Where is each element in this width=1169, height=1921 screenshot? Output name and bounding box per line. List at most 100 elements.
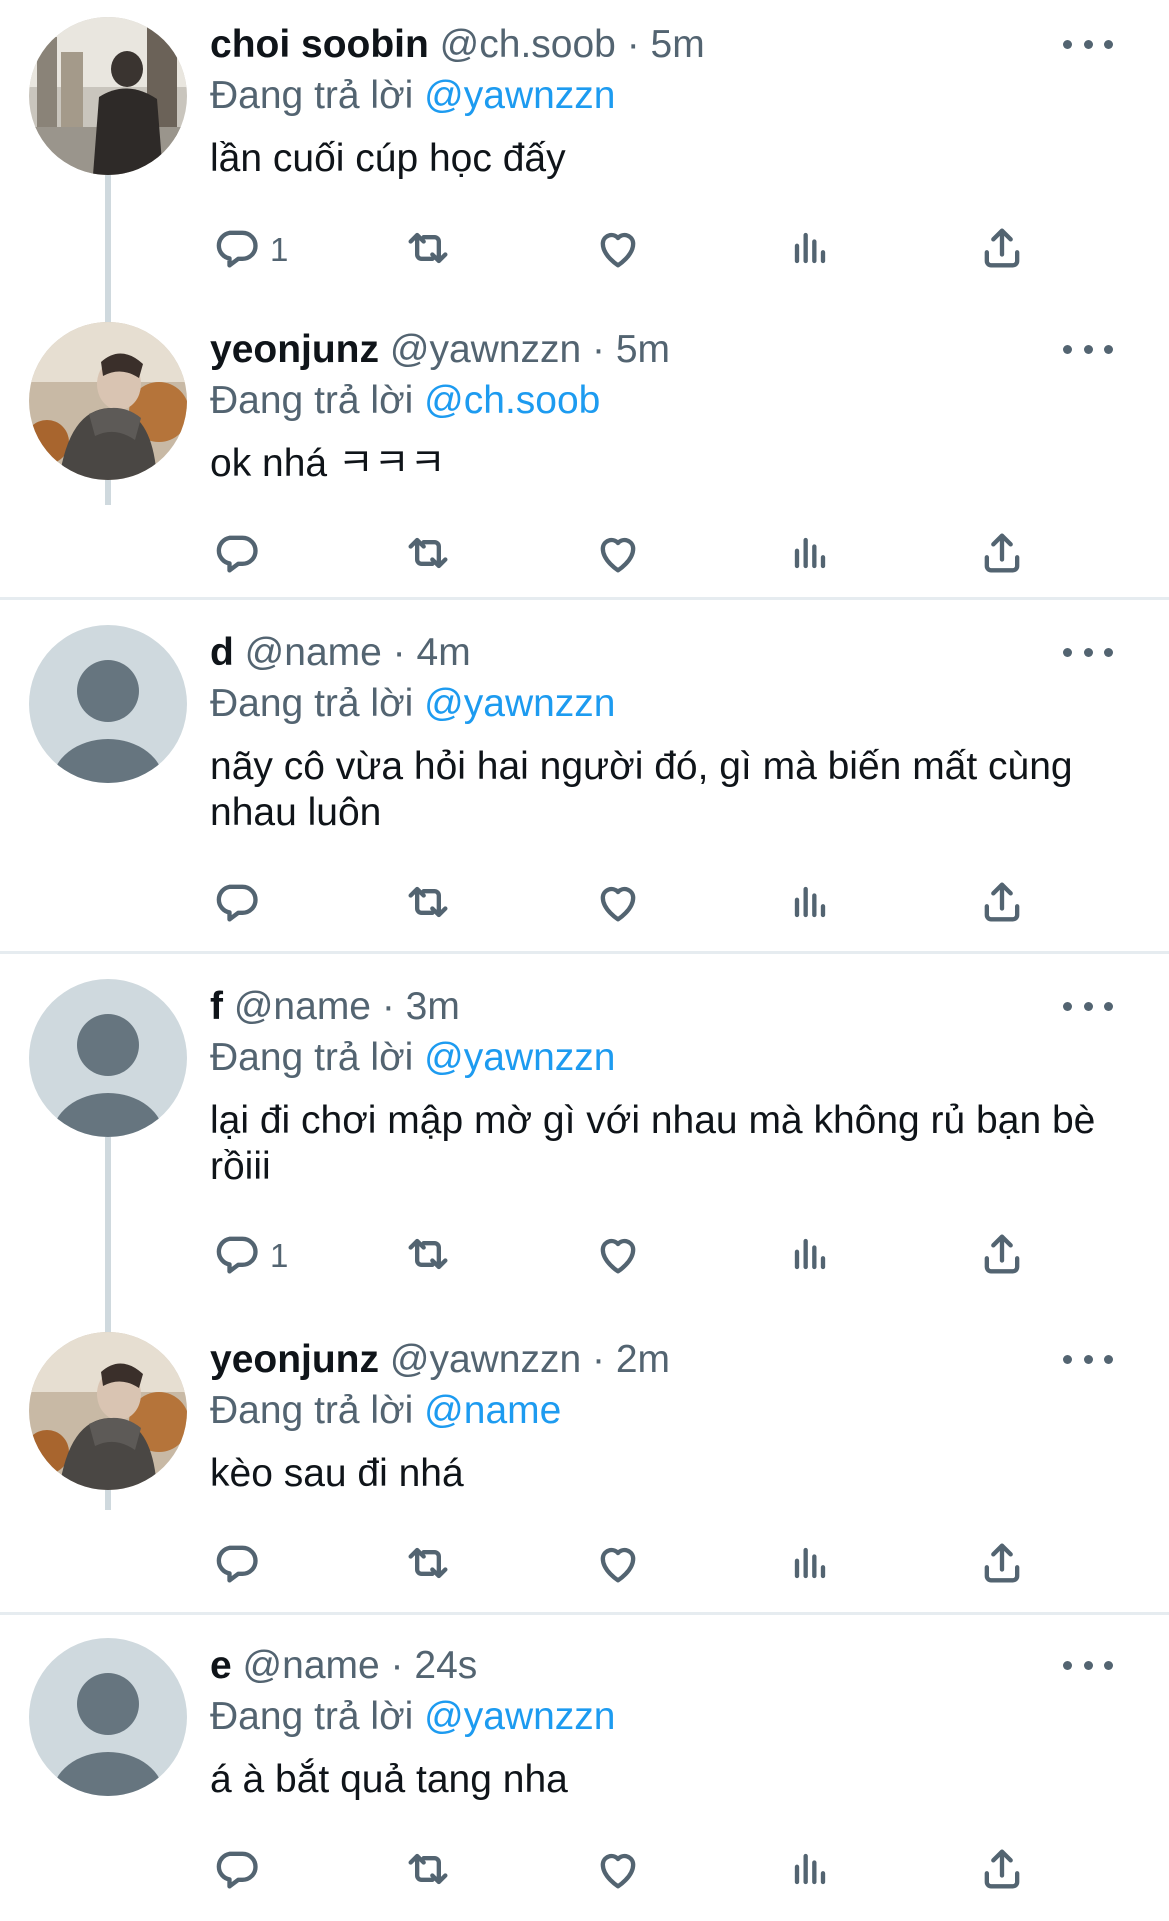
timestamp[interactable]: 24s <box>414 1644 477 1687</box>
more-dots-icon[interactable] <box>1063 1645 1113 1685</box>
replying-to-handle[interactable]: @yawnzzn <box>424 74 615 117</box>
reply-button[interactable] <box>210 527 270 583</box>
replying-to-label: Đang trả lời <box>210 682 414 725</box>
reply-tweet[interactable]: yeonjunz @yawnzzn · 5m Đang trả lời @ch.s… <box>0 305 1169 605</box>
avatar[interactable] <box>29 1332 187 1490</box>
reply-button[interactable] <box>210 876 270 932</box>
display-name[interactable]: yeonjunz <box>210 1338 379 1381</box>
retweet-button[interactable] <box>402 876 454 932</box>
replying-to-handle[interactable]: @name <box>424 1389 561 1432</box>
replying-to-label: Đang trả lời <box>210 379 414 422</box>
display-name[interactable]: yeonjunz <box>210 328 379 371</box>
avatar[interactable] <box>29 17 187 175</box>
reply-tweet[interactable]: f @name · 3m Đang trả lời @yawnzzn lại đi … <box>0 962 1169 1510</box>
view-stats-button[interactable] <box>784 527 836 583</box>
replying-to-line: Đang trả lời @yawnzzn <box>210 1035 616 1081</box>
like-button[interactable] <box>592 1537 644 1593</box>
view-stats-button[interactable] <box>784 1537 836 1593</box>
timestamp[interactable]: 5m <box>616 328 670 371</box>
user-handle[interactable]: @name <box>234 985 371 1028</box>
bar-stats-icon <box>784 527 836 584</box>
like-button[interactable] <box>592 527 644 583</box>
replying-to-line: Đang trả lời @yawnzzn <box>210 681 616 727</box>
replying-to-handle[interactable]: @yawnzzn <box>424 1695 615 1738</box>
replying-to-handle[interactable]: @yawnzzn <box>424 682 615 725</box>
share-button[interactable] <box>976 527 1028 583</box>
replying-to-line: Đang trả lời @name <box>210 1388 561 1434</box>
reply-tweet[interactable]: e @name · 24s Đang trả lời @yawnzzn á à bắ… <box>0 1621 1169 1921</box>
display-name[interactable]: f <box>210 985 223 1028</box>
more-dots-icon[interactable] <box>1063 329 1113 369</box>
timestamp[interactable]: 2m <box>616 1338 670 1381</box>
user-handle[interactable]: @ch.soob <box>440 23 616 66</box>
avatar[interactable] <box>29 322 187 480</box>
replying-to-handle[interactable]: @ch.soob <box>424 379 600 422</box>
tweet-header: yeonjunz @yawnzzn · 2m <box>210 1337 670 1383</box>
view-stats-button[interactable] <box>784 1843 836 1899</box>
replying-to-label: Đang trả lời <box>210 1695 414 1738</box>
more-dots-icon[interactable] <box>1063 632 1113 672</box>
tweet-header: f @name · 3m <box>210 984 460 1030</box>
display-name[interactable]: e <box>210 1644 232 1687</box>
display-name[interactable]: d <box>210 631 234 674</box>
tweet-text: lại đi chơi mập mờ gì với nhau mà không … <box>210 1099 1096 1188</box>
more-dots-icon[interactable] <box>1063 1339 1113 1379</box>
replying-to-line: Đang trả lời @yawnzzn <box>210 73 616 119</box>
separator-dot: · <box>371 985 406 1028</box>
reply-button[interactable]: 1 <box>210 1228 288 1284</box>
user-handle[interactable]: @yawnzzn <box>390 328 581 371</box>
more-dots-icon[interactable] <box>1063 24 1113 64</box>
reply-tweet[interactable]: d @name · 4m Đang trả lời @yawnzzn nãy cô … <box>0 608 1169 921</box>
replying-to-label: Đang trả lời <box>210 1036 414 1079</box>
view-stats-button[interactable] <box>784 876 836 932</box>
view-stats-button[interactable] <box>784 222 836 278</box>
reply-button[interactable] <box>210 1537 270 1593</box>
share-button[interactable] <box>976 222 1028 278</box>
heart-icon <box>592 527 644 584</box>
display-name[interactable]: choi soobin <box>210 23 429 66</box>
timestamp[interactable]: 5m <box>651 23 705 66</box>
share-button[interactable] <box>976 876 1028 932</box>
reply-tweet[interactable]: choi soobin @ch.soob · 5m Đang trả lời @y… <box>0 0 1169 505</box>
tweet-text: kèo sau đi nhá <box>210 1452 464 1495</box>
reply-count: 1 <box>270 231 289 268</box>
more-dots-icon[interactable] <box>1063 986 1113 1026</box>
avatar[interactable] <box>29 979 187 1137</box>
reply-button[interactable]: 1 <box>210 222 288 278</box>
tweet-text: ok nhá ㅋㅋㅋ <box>210 442 446 485</box>
view-stats-button[interactable] <box>784 1228 836 1284</box>
retweet-icon <box>402 222 454 279</box>
retweet-button[interactable] <box>402 1843 454 1899</box>
retweet-button[interactable] <box>402 1228 454 1284</box>
avatar[interactable] <box>29 625 187 783</box>
share-button[interactable] <box>976 1843 1028 1899</box>
reply-bubble-icon <box>210 1228 262 1285</box>
user-handle[interactable]: @name <box>245 631 382 674</box>
timestamp[interactable]: 3m <box>406 985 460 1028</box>
reply-bubble-icon <box>210 222 262 279</box>
replying-to-label: Đang trả lời <box>210 1389 414 1432</box>
replying-to-line: Đang trả lời @yawnzzn <box>210 1694 616 1740</box>
reply-bubble-icon <box>210 527 262 584</box>
tweet-divider <box>0 597 1169 600</box>
avatar[interactable] <box>29 1638 187 1796</box>
retweet-button[interactable] <box>402 222 454 278</box>
tweet-divider <box>0 1612 1169 1615</box>
timestamp[interactable]: 4m <box>417 631 471 674</box>
tweet-actions: 1 <box>210 222 1040 278</box>
replying-to-label: Đang trả lời <box>210 74 414 117</box>
share-button[interactable] <box>976 1537 1028 1593</box>
like-button[interactable] <box>592 1843 644 1899</box>
user-handle[interactable]: @yawnzzn <box>390 1338 581 1381</box>
reply-count: 1 <box>270 1237 289 1274</box>
retweet-button[interactable] <box>402 1537 454 1593</box>
retweet-button[interactable] <box>402 527 454 583</box>
user-handle[interactable]: @name <box>243 1644 380 1687</box>
share-button[interactable] <box>976 1228 1028 1284</box>
like-button[interactable] <box>592 876 644 932</box>
reply-button[interactable] <box>210 1843 270 1899</box>
like-button[interactable] <box>592 1228 644 1284</box>
reply-tweet[interactable]: yeonjunz @yawnzzn · 2m Đang trả lời @name… <box>0 1315 1169 1615</box>
like-button[interactable] <box>592 222 644 278</box>
replying-to-handle[interactable]: @yawnzzn <box>424 1036 615 1079</box>
